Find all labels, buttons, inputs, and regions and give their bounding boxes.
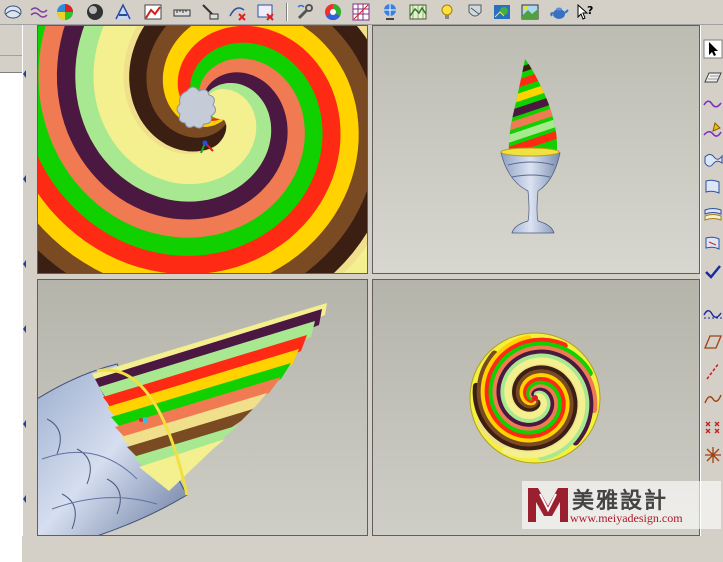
watermark-logo (528, 488, 568, 522)
map-icon[interactable] (492, 2, 512, 22)
surface-stack-icon[interactable] (703, 205, 723, 225)
spiral-top-view (37, 25, 368, 274)
terrain-icon[interactable] (408, 2, 428, 22)
watermark-url: www.meiyadesign.com (570, 511, 683, 525)
measure-x-icon[interactable] (200, 2, 220, 22)
main-toolbar: ? (0, 0, 723, 25)
landscape-icon[interactable] (520, 2, 540, 22)
layer-list[interactable] (0, 72, 22, 562)
viewport-splitter-vertical[interactable] (368, 25, 372, 536)
surface-flag-icon[interactable] (703, 177, 723, 197)
help-label: ? (587, 4, 593, 17)
surface-flip-icon[interactable] (703, 233, 723, 253)
dashed-line-icon[interactable] (703, 361, 723, 381)
plane-icon[interactable] (703, 67, 723, 87)
parallelogram-icon[interactable] (703, 332, 723, 352)
tools-icon[interactable] (295, 2, 315, 22)
viewport-top-right[interactable] (372, 25, 700, 274)
curve-icon[interactable] (29, 2, 49, 22)
right-toolbar (700, 25, 723, 536)
closeup-model (37, 279, 368, 536)
light-bulb-icon[interactable] (437, 2, 457, 22)
viewport-bottom-left[interactable] (37, 279, 368, 536)
viewport-side-strip (22, 25, 37, 536)
wave-line-icon[interactable] (703, 303, 723, 323)
shield-icon[interactable] (465, 2, 485, 22)
delete-curve-icon[interactable] (228, 2, 248, 22)
star-point-icon[interactable] (703, 445, 723, 465)
s-curve-icon[interactable] (703, 389, 723, 409)
wave-curve-icon[interactable] (703, 93, 723, 113)
teapot-icon[interactable] (549, 2, 569, 22)
perspective-model (372, 25, 700, 274)
toolbar-separator (286, 3, 288, 21)
globe-icon[interactable] (380, 2, 400, 22)
panel-divider (0, 55, 22, 56)
cross-points-icon[interactable] (703, 417, 723, 437)
measure-icon[interactable] (172, 2, 192, 22)
delete-surface-icon[interactable] (256, 2, 276, 22)
color-sphere-icon[interactable] (55, 2, 75, 22)
viewport-top-left[interactable] (37, 25, 368, 274)
pointer-icon[interactable] (703, 39, 723, 59)
strip-markers (23, 70, 26, 503)
surface-analysis-icon[interactable] (3, 2, 23, 22)
text-icon[interactable] (113, 2, 133, 22)
shading-icon[interactable] (85, 2, 105, 22)
help-pointer-icon[interactable]: ? (575, 2, 595, 22)
left-panel (0, 25, 22, 562)
color-wheel-icon[interactable] (323, 2, 343, 22)
surface-wave-icon[interactable] (703, 149, 723, 169)
checkmark-icon[interactable] (703, 262, 723, 282)
grid-icon[interactable] (351, 2, 371, 22)
watermark: 美雅設計 www.meiyadesign.com (522, 481, 721, 529)
pen-curve-icon[interactable] (703, 121, 723, 141)
color-map-icon[interactable] (143, 2, 163, 22)
